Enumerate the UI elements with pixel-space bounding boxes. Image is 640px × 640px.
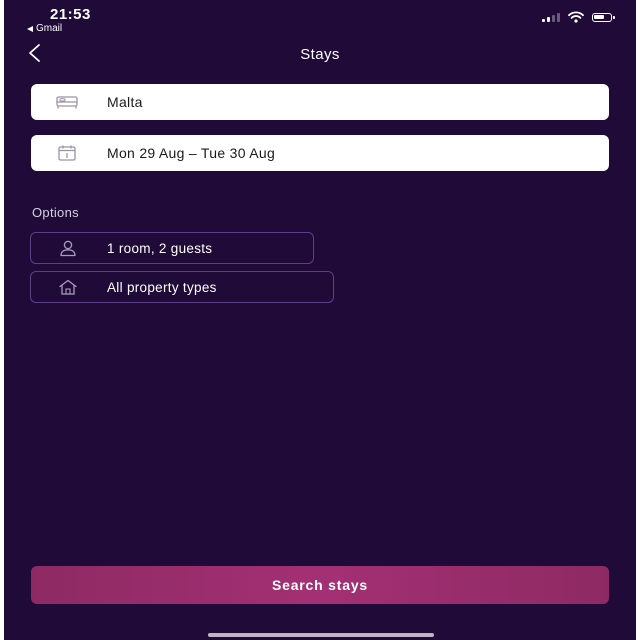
search-stays-button[interactable]: Search stays: [31, 566, 609, 604]
calendar-icon: [53, 144, 81, 162]
app-screen: 21:53 Gmail Stays Malta Mon 29 Aug – Tue…: [4, 0, 636, 640]
bed-icon: [53, 94, 81, 110]
status-icons: [542, 11, 615, 23]
dates-value: Mon 29 Aug – Tue 30 Aug: [107, 145, 276, 161]
rooms-guests-value: 1 room, 2 guests: [107, 240, 213, 256]
property-type-value: All property types: [107, 279, 217, 295]
person-icon: [56, 239, 80, 257]
house-icon: [56, 278, 80, 296]
rooms-guests-selector[interactable]: 1 room, 2 guests: [30, 232, 314, 264]
back-app-label: Gmail: [36, 23, 63, 34]
dates-field[interactable]: Mon 29 Aug – Tue 30 Aug: [31, 135, 609, 171]
property-type-selector[interactable]: All property types: [30, 271, 334, 303]
page-title: Stays: [300, 46, 340, 63]
destination-value: Malta: [107, 94, 143, 110]
status-time: 21:53: [50, 6, 91, 23]
back-to-app-link[interactable]: Gmail: [27, 23, 62, 34]
back-triangle-icon: [27, 25, 33, 32]
destination-field[interactable]: Malta: [31, 84, 609, 120]
home-indicator: [208, 633, 434, 637]
wifi-icon: [568, 11, 584, 23]
options-heading: Options: [32, 205, 79, 220]
signal-icon: [542, 12, 560, 22]
battery-icon: [592, 12, 615, 22]
